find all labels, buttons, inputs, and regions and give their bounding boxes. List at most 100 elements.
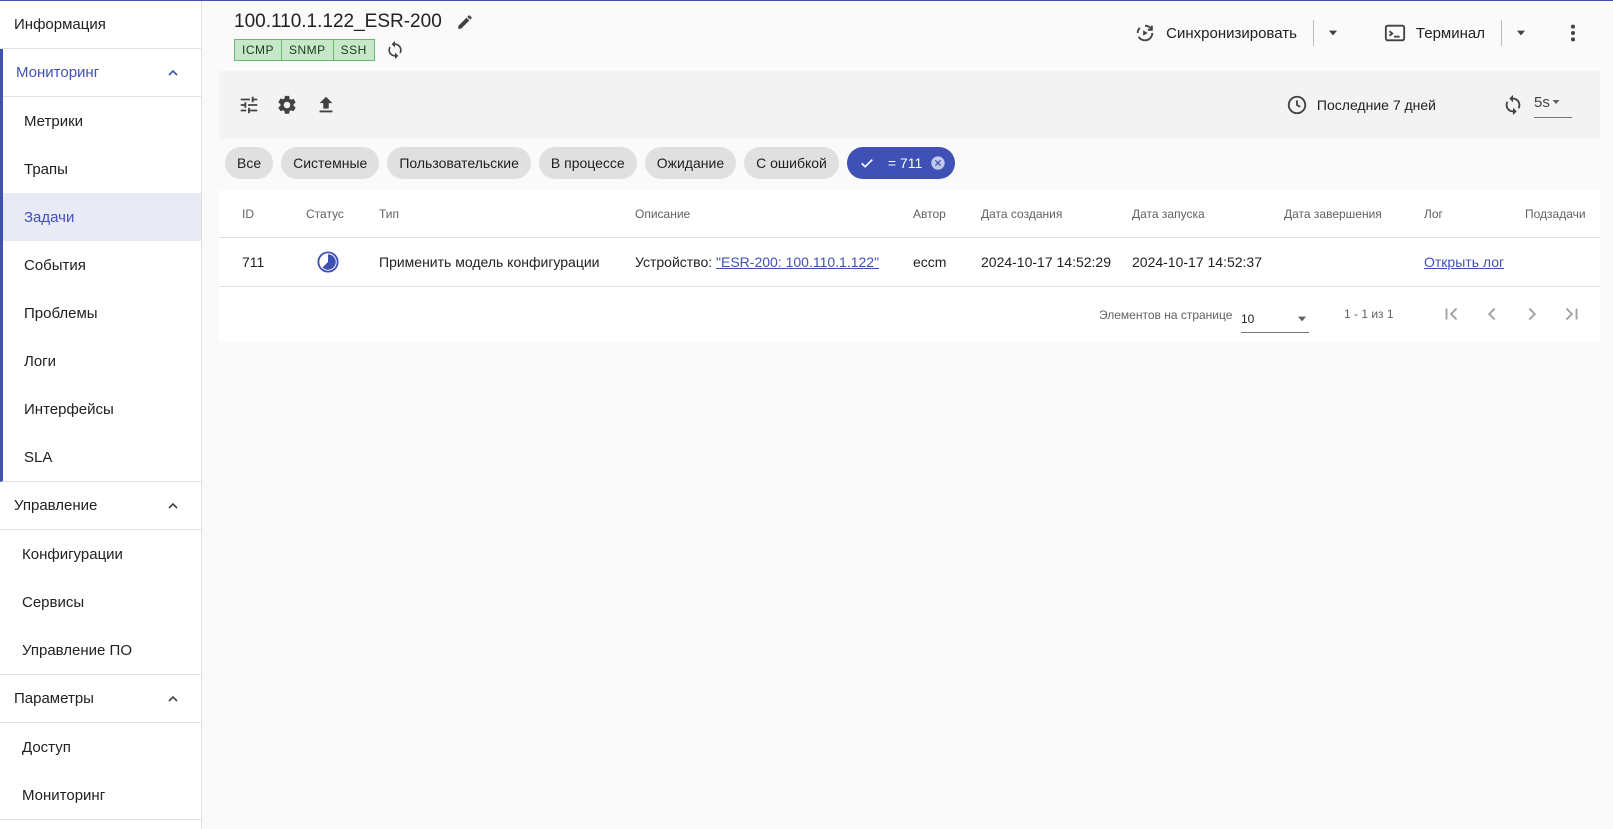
chip-error[interactable]: С ошибкой: [744, 147, 839, 179]
sync-label: Синхронизировать: [1166, 24, 1297, 42]
refresh-interval-select[interactable]: 5s: [1534, 91, 1572, 118]
sidebar: Информация Мониторинг Метрики Трапы Зада…: [0, 1, 202, 829]
tasks-table: ID Статус Тип Описание Автор Дата создан…: [219, 190, 1600, 342]
tune-icon[interactable]: [238, 94, 260, 116]
chip-all[interactable]: Все: [225, 147, 274, 179]
cell-description: Устройство: "ESR-200: 100.110.1.122": [635, 254, 879, 270]
sidebar-item-label: Проблемы: [24, 304, 98, 322]
chip-in-progress[interactable]: В процессе: [538, 147, 637, 179]
in-progress-icon: [317, 251, 339, 273]
cancel-icon[interactable]: [930, 155, 946, 171]
col-started[interactable]: Дата запуска: [1132, 207, 1205, 221]
last-page-icon[interactable]: [1560, 303, 1582, 325]
more-vert-icon[interactable]: [1562, 22, 1584, 44]
sync-button[interactable]: Синхронизировать: [1134, 22, 1297, 44]
upload-icon[interactable]: [315, 94, 337, 116]
sidebar-item-configurations[interactable]: Конфигурации: [0, 530, 201, 578]
cell-id: 711: [242, 254, 265, 270]
open-log-link[interactable]: Открыть лог: [1424, 254, 1504, 270]
chevron-down-icon[interactable]: [1326, 26, 1340, 40]
refresh-interval-value: 5s: [1534, 93, 1550, 111]
sync-icon[interactable]: [385, 40, 405, 60]
col-finished[interactable]: Дата завершения: [1284, 207, 1382, 221]
divider: [1501, 20, 1502, 46]
page-title: 100.110.1.122_ESR-200: [234, 11, 474, 33]
sidebar-group-params: Доступ Мониторинг: [0, 723, 201, 820]
sidebar-item-traps[interactable]: Трапы: [3, 145, 201, 193]
per-page-value: 10: [1241, 311, 1255, 326]
sidebar-item-events[interactable]: События: [3, 241, 201, 289]
sidebar-item-services[interactable]: Сервисы: [0, 578, 201, 626]
device-link[interactable]: "ESR-200: 100.110.1.122": [716, 254, 879, 270]
chip-waiting[interactable]: Ожидание: [644, 147, 737, 179]
clock-icon: [1287, 95, 1307, 115]
description-prefix: Устройство:: [635, 254, 717, 270]
protocol-badges: ICMP SNMP SSH: [234, 39, 405, 61]
chip-id-filter-label: = 711: [887, 155, 923, 171]
chip-system[interactable]: Системные: [281, 147, 380, 179]
filter-chips: Все Системные Пользовательские В процесс…: [225, 147, 963, 179]
sidebar-section-management[interactable]: Управление: [0, 482, 201, 530]
next-page-icon[interactable]: [1521, 303, 1543, 325]
col-author[interactable]: Автор: [913, 207, 946, 221]
chevron-down-icon: [1552, 99, 1560, 105]
sidebar-item-label: Метрики: [24, 112, 84, 130]
sidebar-item-label: Логи: [24, 352, 57, 370]
cell-type: Применить модель конфигурации: [379, 254, 600, 270]
col-id[interactable]: ID: [242, 207, 254, 221]
col-log[interactable]: Лог: [1424, 207, 1443, 221]
col-status[interactable]: Статус: [306, 207, 344, 221]
first-page-icon[interactable]: [1441, 303, 1463, 325]
per-page-label: Элементов на странице: [1099, 308, 1233, 322]
chevron-down-icon: [1297, 316, 1307, 321]
sidebar-item-metrics[interactable]: Метрики: [3, 97, 201, 145]
sidebar-item-software[interactable]: Управление ПО: [0, 626, 201, 674]
col-type[interactable]: Тип: [379, 207, 399, 221]
terminal-icon: [1384, 24, 1406, 42]
chevron-down-icon[interactable]: [1514, 26, 1528, 40]
page-range: 1 - 1 из 1: [1344, 307, 1394, 321]
per-page-select[interactable]: 10: [1241, 303, 1309, 333]
period-selector[interactable]: Последние 7 дней: [1286, 94, 1436, 116]
sidebar-item-logs[interactable]: Логи: [3, 337, 201, 385]
check-icon: [861, 159, 873, 168]
chevron-up-icon: [168, 502, 178, 509]
col-subtasks[interactable]: Подзадачи: [1525, 207, 1586, 221]
sidebar-group-management: Конфигурации Сервисы Управление ПО: [0, 530, 201, 675]
pencil-icon[interactable]: [456, 13, 474, 31]
sidebar-item-label: Управление ПО: [22, 641, 133, 659]
sidebar-section-label: Мониторинг: [16, 64, 100, 81]
prev-page-icon[interactable]: [1481, 303, 1503, 325]
sidebar-section-params[interactable]: Параметры: [0, 675, 201, 723]
sidebar-item-access[interactable]: Доступ: [0, 723, 201, 771]
sidebar-item-problems[interactable]: Проблемы: [3, 289, 201, 337]
auto-refresh: 5s: [1502, 91, 1572, 118]
sidebar-item-label: Сервисы: [22, 593, 85, 611]
badge-snmp: SNMP: [282, 39, 334, 61]
refresh-icon[interactable]: [1502, 94, 1524, 116]
cell-created: 2024-10-17 14:52:29: [981, 254, 1111, 270]
period-label: Последние 7 дней: [1316, 97, 1436, 113]
sidebar-item-info[interactable]: Информация: [0, 1, 201, 49]
tasks-toolbar: Последние 7 дней 5s: [219, 71, 1600, 139]
cell-author: eccm: [913, 254, 947, 270]
col-created[interactable]: Дата создания: [981, 207, 1062, 221]
cell-started: 2024-10-17 14:52:37: [1132, 254, 1262, 270]
terminal-button[interactable]: Терминал: [1384, 22, 1485, 44]
sidebar-item-interfaces[interactable]: Интерфейсы: [3, 385, 201, 433]
terminal-label: Терминал: [1415, 24, 1485, 42]
sidebar-item-monitoring-params[interactable]: Мониторинг: [0, 771, 201, 819]
sidebar-item-sla[interactable]: SLA: [3, 433, 201, 481]
sidebar-item-label: Трапы: [24, 160, 68, 178]
device-header: 100.110.1.122_ESR-200 ICMP SNMP SSH Синх…: [219, 1, 1600, 65]
col-description[interactable]: Описание: [635, 207, 690, 221]
sidebar-item-label: Задачи: [24, 208, 75, 226]
table-row[interactable]: 711 Применить модель конфигурации Устрой…: [219, 238, 1600, 287]
chip-id-filter[interactable]: = 711: [846, 147, 956, 179]
sidebar-section-monitoring[interactable]: Мониторинг: [3, 49, 201, 97]
sidebar-item-tasks[interactable]: Задачи: [3, 193, 201, 241]
table-header: ID Статус Тип Описание Автор Дата создан…: [219, 190, 1600, 238]
sidebar-item-label: Информация: [14, 16, 106, 33]
gear-icon[interactable]: [276, 94, 298, 116]
chip-user[interactable]: Пользовательские: [387, 147, 531, 179]
